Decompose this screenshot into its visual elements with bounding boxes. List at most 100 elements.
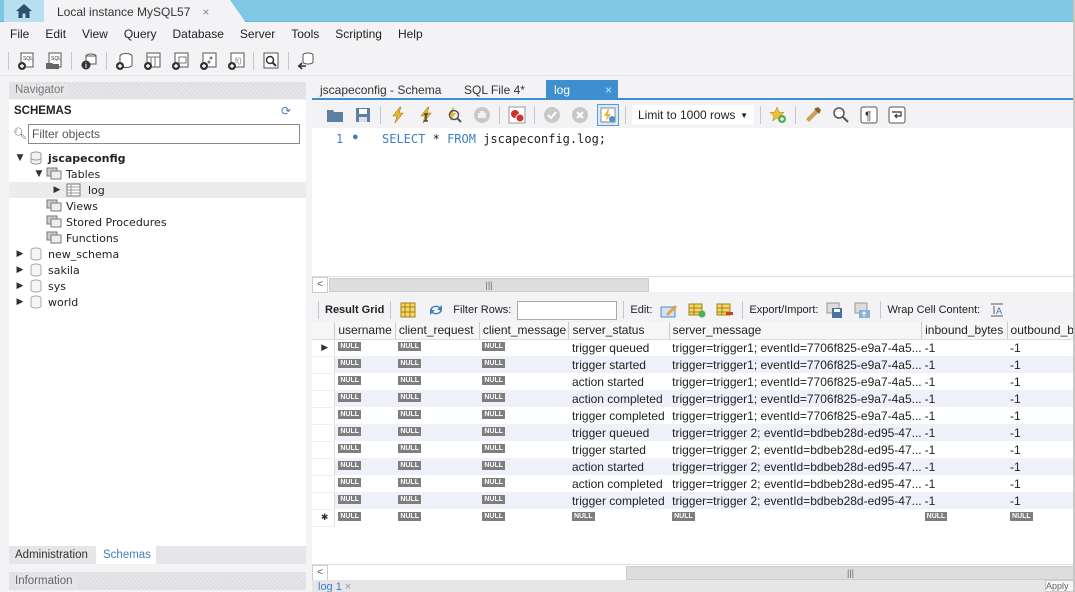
menu-help[interactable]: Help [398, 24, 423, 44]
result-tab-log-1[interactable]: log 1 × [318, 580, 351, 592]
grid-cell[interactable]: -1 [1007, 339, 1074, 356]
grid-cell[interactable]: NULL [395, 424, 480, 441]
grid-cell[interactable]: NULL [395, 509, 479, 526]
grid-cell[interactable]: -1 [1007, 390, 1075, 407]
grid-cell[interactable]: trigger=trigger 2; eventId=bdbeb28d-ed95… [669, 441, 922, 458]
column-header-inbound-bytes[interactable]: inbound_bytes [921, 322, 1008, 340]
grid-cell[interactable]: NULL [395, 458, 480, 475]
tab-schemas[interactable]: Schemas [96, 546, 156, 564]
import-icon[interactable] [852, 299, 874, 321]
tab-sql-file-4[interactable]: SQL File 4* [456, 80, 546, 100]
grid-cell[interactable]: trigger=trigger1; eventId=7706f825-e9a7-… [669, 373, 922, 390]
sql-editor[interactable] [312, 128, 1075, 276]
grid-cell[interactable]: action started [568, 458, 670, 475]
close-icon[interactable]: × [605, 80, 612, 100]
grid-cell[interactable]: NULL [335, 373, 395, 390]
scrollbar-thumb[interactable]: ||| [329, 278, 649, 292]
grid-cell[interactable]: NULL [669, 509, 922, 526]
grid-cell[interactable]: NULL [335, 441, 395, 458]
expand-arrow-icon[interactable]: ▼ [15, 153, 25, 163]
create-function-icon[interactable]: f() [225, 50, 247, 72]
grid-cell[interactable]: -1 [1007, 373, 1074, 390]
table-row[interactable]: NULL NULL NULL trigger started trigger=trigg… [312, 356, 1075, 374]
grid-cell[interactable]: -1 [1007, 407, 1074, 424]
create-schema-icon[interactable] [113, 50, 135, 72]
grid-cell[interactable]: NULL [334, 390, 396, 407]
menu-server[interactable]: Server [240, 24, 275, 44]
grid-cell[interactable]: NULL [479, 441, 569, 458]
grid-cell[interactable]: NULL [335, 509, 395, 526]
grid-cell[interactable]: NULL [395, 475, 479, 492]
table-row[interactable]: ✱ NULL NULL NULL NULL NULL NULL NULL [312, 509, 1075, 527]
column-header-outbound-b[interactable]: outbound_b [1007, 322, 1075, 340]
grid-cell[interactable]: NULL [922, 509, 1007, 526]
create-table-icon[interactable] [141, 50, 163, 72]
explain-icon[interactable] [443, 104, 465, 126]
grid-cell[interactable]: NULL [335, 475, 395, 492]
open-file-icon[interactable] [324, 104, 346, 126]
tree-item-tables[interactable]: ▼ Tables [9, 166, 306, 182]
grid-cell[interactable]: NULL [479, 390, 569, 407]
rollback-icon[interactable] [569, 104, 591, 126]
table-row[interactable]: NULL NULL NULL trigger queued trigger=trigge… [312, 424, 1075, 442]
grid-cell[interactable]: -1 [1007, 441, 1074, 458]
grid-cell[interactable]: -1 [921, 424, 1008, 441]
grid-cell[interactable]: NULL [479, 492, 569, 509]
table-row[interactable]: NULL NULL NULL trigger completed trigger=tri… [312, 407, 1075, 425]
close-icon[interactable]: × [202, 5, 209, 19]
grid-cell[interactable]: NULL [395, 492, 480, 509]
reconnect-icon[interactable] [295, 50, 317, 72]
stop-icon[interactable] [471, 104, 493, 126]
tree-item-sakila[interactable]: ▶ sakila [9, 262, 306, 278]
table-row[interactable]: NULL NULL NULL action completed trigger=trig… [312, 390, 1075, 408]
grid-cell[interactable]: -1 [1007, 475, 1074, 492]
row-header[interactable] [312, 424, 336, 442]
grid-cell[interactable]: NULL [479, 356, 569, 373]
result-grid[interactable]: username client_request client_message serv… [312, 322, 1075, 564]
find-icon[interactable] [830, 104, 852, 126]
save-icon[interactable] [352, 104, 374, 126]
tree-item-sys[interactable]: ▶ sys [9, 278, 306, 294]
grid-cell[interactable]: NULL [335, 339, 395, 356]
tab-jscapeconfig-schema[interactable]: jscapeconfig - Schema [312, 80, 452, 100]
grid-cell[interactable]: trigger completed [569, 407, 669, 424]
scroll-left-button[interactable]: < [312, 277, 328, 293]
grid-cell[interactable]: trigger queued [568, 424, 670, 441]
toggle-stop-on-error-icon[interactable] [506, 104, 528, 126]
column-header-client-request[interactable]: client_request [395, 322, 480, 340]
row-header[interactable] [312, 458, 336, 476]
grid-cell[interactable]: NULL [334, 492, 396, 509]
grid-cell[interactable]: -1 [1007, 424, 1075, 441]
sql-code-line[interactable]: SELECT * FROM jscapeconfig.log; [382, 132, 606, 146]
menu-file[interactable]: File [10, 24, 29, 44]
grid-cell[interactable]: NULL [334, 424, 396, 441]
grid-cell[interactable]: -1 [922, 475, 1007, 492]
grid-cell[interactable]: -1 [921, 356, 1008, 373]
scrollbar-thumb[interactable]: ||| [626, 566, 1075, 580]
refresh-icon[interactable]: ⟳ [281, 104, 291, 118]
column-header-server-message[interactable]: server_message [669, 322, 923, 340]
grid-cell[interactable]: trigger started [568, 356, 670, 373]
search-table-data-icon[interactable] [260, 50, 282, 72]
grid-cell[interactable]: -1 [1007, 458, 1075, 475]
current-row-indicator-icon[interactable]: ▶ [312, 339, 336, 357]
grid-cell[interactable]: NULL [569, 509, 669, 526]
table-row[interactable]: NULL NULL NULL action started trigger=trigge… [312, 458, 1075, 476]
invisible-characters-icon[interactable]: ¶ [858, 104, 880, 126]
grid-cell[interactable]: -1 [922, 373, 1007, 390]
tree-item-world[interactable]: ▶ world [9, 294, 306, 310]
row-header[interactable] [312, 390, 336, 408]
apply-button[interactable]: Apply [1045, 580, 1075, 592]
row-header[interactable] [312, 441, 336, 459]
grid-cell[interactable]: NULL [395, 339, 479, 356]
menu-query[interactable]: Query [124, 24, 157, 44]
grid-cell[interactable]: -1 [922, 441, 1007, 458]
grid-cell[interactable]: trigger=trigger1; eventId=7706f825-e9a7-… [669, 339, 922, 356]
tree-item-views[interactable]: Views [9, 198, 306, 214]
limit-rows-select[interactable]: Limit to 1000 rows ▼ [632, 105, 754, 125]
execute-current-statement-icon[interactable] [415, 104, 437, 126]
table-row[interactable]: NULL NULL NULL action completed trigger=trig… [312, 475, 1075, 493]
column-header-username[interactable]: username [334, 322, 396, 340]
schema-inspector-icon[interactable]: i [78, 50, 100, 72]
filter-rows-input[interactable] [517, 300, 618, 320]
